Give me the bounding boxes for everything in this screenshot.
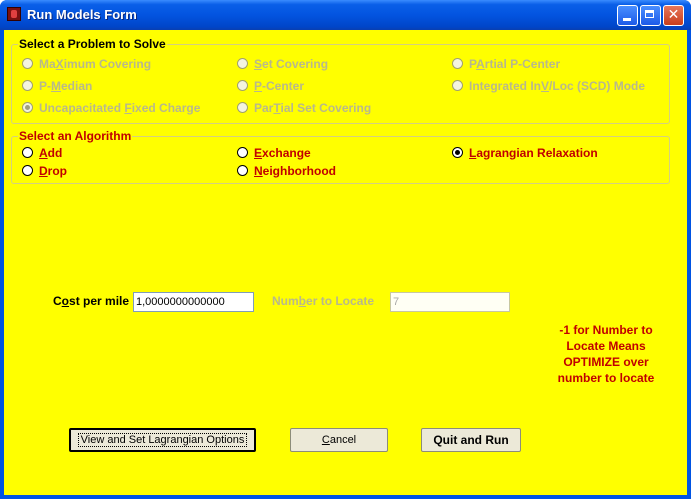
radio-partial-p-center-label: PArtial P-Center	[469, 57, 561, 71]
form-client-area: Select a Problem to Solve MaXimum Coveri…	[4, 30, 687, 495]
radio-drop-label: Drop	[39, 164, 68, 178]
radio-set-covering-dot	[237, 58, 248, 69]
radio-maximum-covering-label: MaXimum Covering	[39, 57, 152, 71]
problem-group-title: Select a Problem to Solve	[18, 37, 167, 51]
radio-uncapacitated-fixed-charge-dot	[22, 102, 33, 113]
cost-per-mile-label: Cost per mile	[53, 294, 130, 308]
quit-and-run-button[interactable]: Quit and Run	[421, 428, 521, 452]
run-models-window: Run Models Form ✕ Select a Problem to So…	[0, 0, 691, 499]
radio-neighborhood-dot	[237, 165, 248, 176]
radio-lagrangian-relaxation-dot	[452, 147, 463, 158]
minimize-icon[interactable]	[617, 5, 638, 26]
view-lagrangian-options-button[interactable]: View and Set Lagrangian Options	[69, 428, 256, 452]
radio-integrated-inv-loc-label: Integrated InV/Loc (SCD) Mode	[469, 79, 646, 93]
radio-lagrangian-relaxation-label: Lagrangian Relaxation	[469, 146, 598, 160]
radio-set-covering-label: Set Covering	[254, 57, 329, 71]
radio-uncapacitated-fixed-charge-label: Uncapacitated Fixed Charge	[39, 101, 201, 115]
radio-p-median-label: P-Median	[39, 79, 93, 93]
maximize-icon[interactable]	[640, 5, 661, 26]
optimize-note: -1 for Number to Locate Means OPTIMIZE o…	[557, 323, 655, 385]
radio-maximum-covering-dot	[22, 58, 33, 69]
radio-add-label: Add	[39, 146, 63, 160]
radio-integrated-inv-loc-dot	[452, 80, 463, 91]
radio-neighborhood-label: Neighborhood	[254, 164, 336, 178]
app-icon[interactable]	[7, 7, 21, 21]
close-icon[interactable]: ✕	[663, 5, 684, 26]
number-to-locate-input[interactable]: 7	[390, 292, 510, 312]
radio-drop-dot	[22, 165, 33, 176]
radio-partial-set-covering-label: ParTial Set Covering	[254, 101, 372, 115]
algorithm-group-title: Select an Algorithm	[18, 129, 133, 143]
radio-partial-set-covering-dot	[237, 102, 248, 113]
radio-p-median-dot	[22, 80, 33, 91]
radio-exchange-dot	[237, 147, 248, 158]
radio-add-dot	[22, 147, 33, 158]
radio-p-center-label: P-Center	[254, 79, 305, 93]
radio-partial-p-center-dot	[452, 58, 463, 69]
cancel-button[interactable]: Cancel	[290, 428, 388, 452]
window-title: Run Models Form	[27, 7, 137, 22]
radio-integrated-inv-loc[interactable]: Integrated InV/Loc (SCD) Mode	[452, 78, 667, 94]
number-to-locate-label: Number to Locate	[272, 294, 375, 308]
radio-p-center-dot	[237, 80, 248, 91]
cost-per-mile-input[interactable]: 1,0000000000000	[133, 292, 254, 312]
title-bar[interactable]: Run Models Form ✕	[0, 0, 691, 30]
radio-exchange-label: Exchange	[254, 146, 311, 160]
